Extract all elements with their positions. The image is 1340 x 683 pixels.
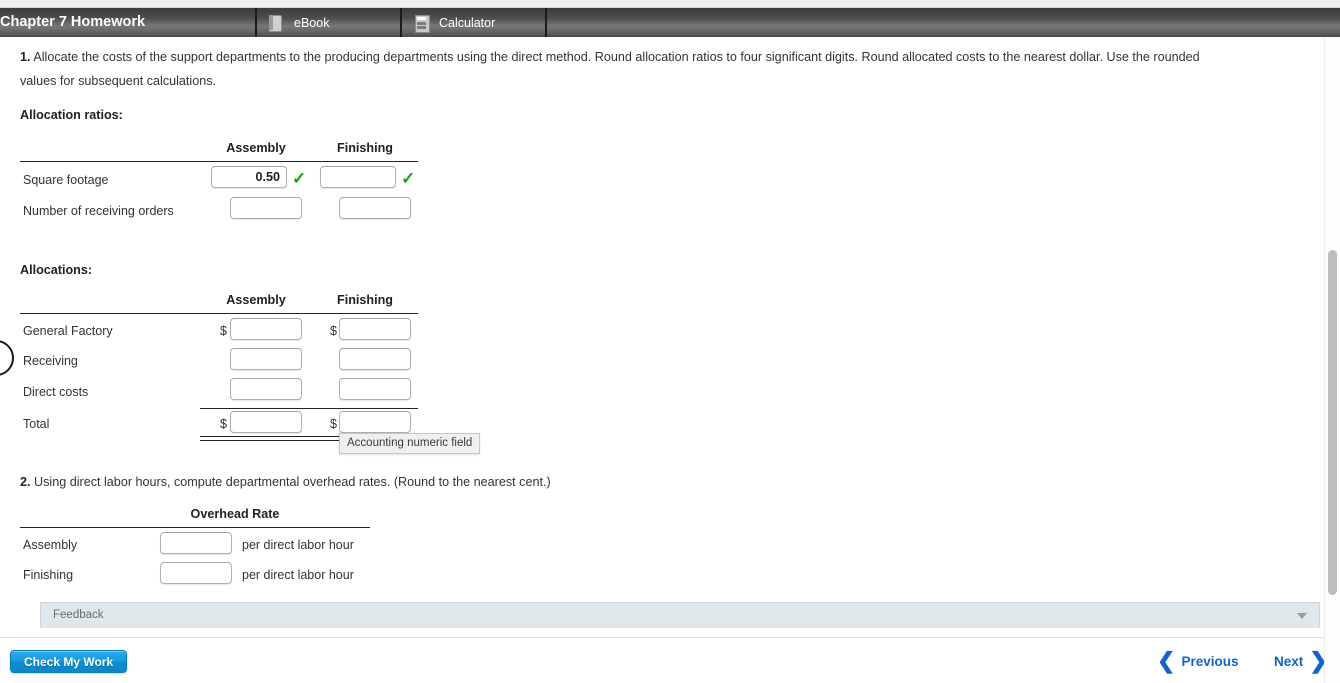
allocations-col-finishing: Finishing xyxy=(337,293,393,307)
subtotal-rule xyxy=(200,408,418,409)
input-direct-costs-finishing[interactable] xyxy=(339,378,411,400)
input-receiving-orders-finishing[interactable] xyxy=(339,197,411,219)
question-1-line-2: values for subsequent calculations. xyxy=(20,74,217,88)
row-label-total: Total xyxy=(23,417,50,431)
homework-page: Chapter 7 Homework eBook Calculator 1. A… xyxy=(0,0,1340,683)
question-1-text: 1. Allocate the costs of the support dep… xyxy=(20,45,1320,69)
allocations-col-assembly: Assembly xyxy=(226,293,286,307)
vertical-scrollbar-track[interactable] xyxy=(1324,37,1340,683)
bottom-toolbar: Check My Work ❮ Previous Next ❯ xyxy=(0,637,1340,683)
tab-calculator-label: Calculator xyxy=(439,15,496,30)
top-strip xyxy=(0,0,1340,8)
check-icon-square-footage-finishing: ✓ xyxy=(401,169,416,188)
currency-symbol: $ xyxy=(220,324,227,338)
chevron-down-icon[interactable] xyxy=(1297,613,1307,619)
input-receiving-orders-assembly[interactable] xyxy=(230,197,302,219)
allocation-ratios-label: Allocation ratios: xyxy=(20,108,123,122)
question-1-number: 1. xyxy=(20,50,31,64)
row-label-square-footage: Square footage xyxy=(23,173,109,187)
input-square-footage-assembly[interactable] xyxy=(211,166,287,188)
accounting-field-tooltip: Accounting numeric field xyxy=(339,433,481,454)
tab-ebook[interactable]: eBook xyxy=(255,8,400,37)
row-label-general-factory: General Factory xyxy=(23,324,113,338)
table-rule xyxy=(20,313,418,314)
input-total-finishing[interactable] xyxy=(339,411,411,433)
next-button[interactable]: Next ❯ xyxy=(1274,650,1328,672)
chevron-left-icon: ❮ xyxy=(1157,648,1176,673)
input-receiving-finishing[interactable] xyxy=(339,348,411,370)
input-square-footage-finishing[interactable] xyxy=(320,166,396,188)
input-overhead-rate-assembly[interactable] xyxy=(160,532,232,554)
previous-label: Previous xyxy=(1181,653,1239,669)
input-general-factory-finishing[interactable] xyxy=(339,318,411,340)
table-rule xyxy=(20,527,370,528)
input-receiving-assembly[interactable] xyxy=(230,348,302,370)
row-label-finishing: Finishing xyxy=(23,568,74,582)
tab-divider xyxy=(545,8,547,37)
allocations-label: Allocations: xyxy=(20,263,93,277)
input-direct-costs-assembly[interactable] xyxy=(230,378,302,400)
next-label: Next xyxy=(1274,653,1304,669)
row-label-direct-costs: Direct costs xyxy=(23,385,89,399)
book-icon xyxy=(267,14,285,32)
app-header-bar: Chapter 7 Homework eBook Calculator xyxy=(0,8,1340,37)
tab-calculator[interactable]: Calculator xyxy=(400,8,545,37)
unit-label-assembly: per direct labor hour xyxy=(242,538,354,552)
row-label-assembly: Assembly xyxy=(23,538,78,552)
vertical-scrollbar-thumb[interactable] xyxy=(1328,250,1337,595)
question-2-body: Using direct labor hours, compute depart… xyxy=(34,475,551,489)
row-label-receiving: Receiving xyxy=(23,354,78,368)
input-general-factory-assembly[interactable] xyxy=(230,318,302,340)
feedback-panel[interactable]: Feedback xyxy=(40,602,1320,628)
currency-symbol: $ xyxy=(220,417,227,431)
table-rule xyxy=(20,161,418,162)
unit-label-finishing: per direct labor hour xyxy=(242,568,354,582)
tab-ebook-label: eBook xyxy=(294,15,330,30)
row-label-receiving-orders: Number of receiving orders xyxy=(23,204,174,218)
check-my-work-button[interactable]: Check My Work xyxy=(10,650,128,673)
currency-symbol: $ xyxy=(330,324,337,338)
question-1-line-1: Allocate the costs of the support depart… xyxy=(33,50,1200,64)
question-2-text: 2. Using direct labor hours, compute dep… xyxy=(20,470,1320,494)
overhead-rate-col-header: Overhead Rate xyxy=(190,507,280,521)
content-area: 1. Allocate the costs of the support dep… xyxy=(0,37,1324,637)
previous-button[interactable]: ❮ Previous xyxy=(1157,650,1238,672)
feedback-label: Feedback xyxy=(53,609,104,621)
currency-symbol: $ xyxy=(330,417,337,431)
allocation-ratios-col-assembly: Assembly xyxy=(226,141,286,155)
page-title: Chapter 7 Homework xyxy=(0,14,146,30)
cursor-ring-annotation xyxy=(0,340,14,376)
input-overhead-rate-finishing[interactable] xyxy=(160,562,232,584)
check-icon-square-footage-assembly: ✓ xyxy=(292,169,307,188)
question-2-number: 2. xyxy=(20,475,31,489)
allocation-ratios-col-finishing: Finishing xyxy=(337,141,393,155)
calculator-icon xyxy=(412,14,430,33)
input-total-assembly[interactable] xyxy=(230,411,302,433)
